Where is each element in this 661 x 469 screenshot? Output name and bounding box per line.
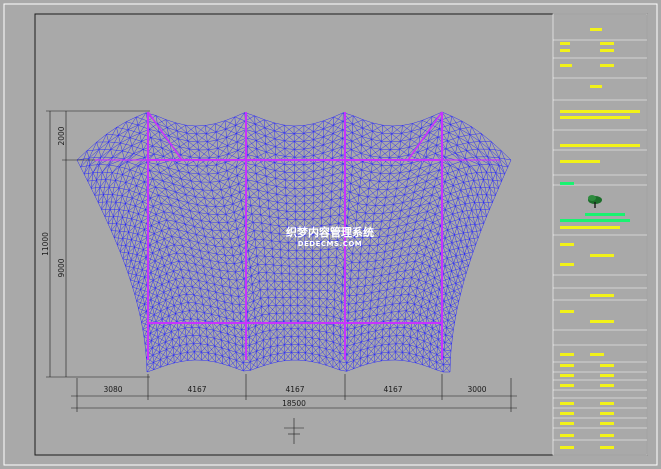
- watermark-chinese: 织梦内容管理系统: [286, 225, 374, 239]
- dim-top-height: 2000: [57, 126, 66, 145]
- title-block-text-mark: [560, 364, 574, 367]
- title-block-text-mark: [590, 254, 614, 257]
- title-block-text-mark: [560, 402, 574, 405]
- title-block-text-mark: [590, 85, 602, 88]
- title-block-text-mark: [590, 320, 614, 323]
- title-block-text-mark: [600, 374, 614, 377]
- dim-bay-5: 3000: [467, 385, 486, 394]
- dim-bay-1: 3080: [103, 385, 122, 394]
- title-block-text-mark: [560, 144, 640, 147]
- title-block-text-mark: [560, 42, 570, 45]
- title-block-text-mark: [560, 110, 640, 113]
- title-block-text-mark: [600, 49, 614, 52]
- title-block-text-mark: [560, 64, 572, 67]
- dim-bay-3: 4167: [285, 385, 304, 394]
- dim-overall-height: 11000: [41, 232, 50, 256]
- title-block-text-mark: [600, 422, 614, 425]
- title-block-text-mark: [560, 374, 574, 377]
- title-block-text-mark: [560, 226, 620, 229]
- title-block-text-mark: [600, 42, 614, 45]
- title-block-text-mark: [560, 446, 574, 449]
- title-block-text-mark: [560, 219, 630, 222]
- title-block-text-mark: [600, 434, 614, 437]
- membrane-grid-structure: [76, 111, 512, 373]
- title-block-text-mark: [560, 160, 600, 163]
- title-block-text-placeholders: [560, 28, 640, 449]
- title-block-text-mark: [560, 182, 574, 185]
- tree-logo-icon: [588, 195, 602, 208]
- title-block-text-mark: [560, 263, 574, 266]
- title-block-text-mark: [590, 28, 602, 31]
- title-block-text-mark: [600, 412, 614, 415]
- title-block-text-mark: [585, 213, 625, 216]
- dim-overall-width: 18500: [282, 399, 306, 408]
- title-block-text-mark: [560, 412, 574, 415]
- dim-bay-4: 4167: [383, 385, 402, 394]
- title-block-text-mark: [590, 294, 614, 297]
- title-block-text-mark: [560, 384, 574, 387]
- watermark-english: DEDECMS.COM: [298, 240, 363, 248]
- title-block-text-mark: [560, 422, 574, 425]
- title-block-text-mark: [560, 353, 574, 356]
- mesh-lines: [76, 111, 512, 373]
- title-block-text-mark: [560, 243, 574, 246]
- title-block-text-mark: [600, 364, 614, 367]
- title-block-text-mark: [600, 384, 614, 387]
- title-block-text-mark: [590, 353, 604, 356]
- title-block-text-mark: [560, 434, 574, 437]
- cad-drawing-canvas: 2000 9000 11000 3080 4167 4167 4167 3000…: [3, 3, 658, 466]
- title-block: [552, 13, 648, 456]
- title-block-text-mark: [560, 310, 574, 313]
- dim-main-height: 9000: [57, 258, 66, 277]
- title-block-text-mark: [600, 402, 614, 405]
- title-block-text-mark: [600, 446, 614, 449]
- dim-bay-2: 4167: [187, 385, 206, 394]
- title-block-text-mark: [560, 116, 630, 119]
- title-block-text-mark: [560, 49, 570, 52]
- title-block-text-mark: [600, 64, 614, 67]
